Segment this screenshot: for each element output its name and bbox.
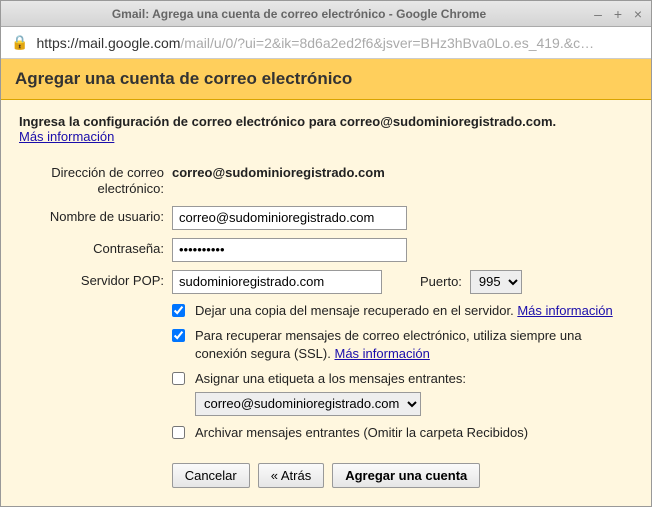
url-host: https://mail.google.com	[36, 35, 180, 51]
option-label-incoming: Asignar una etiqueta a los mensajes entr…	[172, 370, 633, 416]
row-password: Contraseña:	[19, 238, 633, 262]
button-row: Cancelar « Atrás Agregar una cuenta	[19, 463, 633, 488]
ssl-checkbox[interactable]	[172, 329, 185, 342]
lock-icon: 🔒	[11, 34, 28, 51]
archive-text: Archivar mensajes entrantes (Omitir la c…	[195, 424, 633, 442]
window-controls: – + ×	[591, 7, 645, 21]
dialog-content: Ingresa la configuración de correo elect…	[1, 100, 651, 506]
username-input[interactable]	[172, 206, 407, 230]
maximize-icon[interactable]: +	[611, 7, 625, 21]
leave-copy-label: Dejar una copia del mensaje recuperado e…	[195, 303, 514, 318]
cancel-button[interactable]: Cancelar	[172, 463, 250, 488]
option-leave-copy: Dejar una copia del mensaje recuperado e…	[172, 302, 633, 320]
leave-copy-text: Dejar una copia del mensaje recuperado e…	[195, 302, 633, 320]
option-ssl: Para recuperar mensajes de correo electr…	[172, 327, 633, 362]
label-incoming-text: Asignar una etiqueta a los mensajes entr…	[195, 370, 633, 416]
label-password: Contraseña:	[19, 238, 164, 257]
window-title: Gmail: Agrega una cuenta de correo elect…	[7, 7, 591, 21]
url-text[interactable]: https://mail.google.com/mail/u/0/?ui=2&i…	[36, 35, 641, 51]
leave-copy-checkbox[interactable]	[172, 304, 185, 317]
back-button[interactable]: « Atrás	[258, 463, 324, 488]
address-bar: 🔒 https://mail.google.com/mail/u/0/?ui=2…	[1, 27, 651, 59]
intro-more-link[interactable]: Más información	[19, 129, 114, 144]
label-email: Dirección de correo electrónico:	[19, 162, 164, 198]
leave-copy-more-link[interactable]: Más información	[517, 303, 612, 318]
password-input[interactable]	[172, 238, 407, 262]
minimize-icon[interactable]: –	[591, 7, 605, 21]
form: Dirección de correo electrónico: correo@…	[19, 162, 633, 488]
intro-line: Ingresa la configuración de correo elect…	[19, 114, 556, 129]
titlebar: Gmail: Agrega una cuenta de correo elect…	[1, 1, 651, 27]
label-username: Nombre de usuario:	[19, 206, 164, 225]
label-incoming-label: Asignar una etiqueta a los mensajes entr…	[195, 371, 466, 386]
value-email: correo@sudominioregistrado.com	[172, 162, 633, 180]
archive-label: Archivar mensajes entrantes (Omitir la c…	[195, 425, 528, 440]
pop-server-input[interactable]	[172, 270, 382, 294]
label-port: Puerto:	[420, 274, 462, 289]
row-email: Dirección de correo electrónico: correo@…	[19, 162, 633, 198]
archive-checkbox[interactable]	[172, 426, 185, 439]
dialog-header: Agregar una cuenta de correo electrónico	[1, 59, 651, 100]
port-select[interactable]: 995	[470, 270, 522, 294]
label-pop: Servidor POP:	[19, 270, 164, 289]
ssl-text: Para recuperar mensajes de correo electr…	[195, 327, 633, 362]
browser-window: Gmail: Agrega una cuenta de correo elect…	[0, 0, 652, 507]
intro-text: Ingresa la configuración de correo elect…	[19, 114, 633, 144]
label-incoming-checkbox[interactable]	[172, 372, 185, 385]
ssl-more-link[interactable]: Más información	[334, 346, 429, 361]
option-archive: Archivar mensajes entrantes (Omitir la c…	[172, 424, 633, 442]
row-pop: Servidor POP: Puerto: 995	[19, 270, 633, 294]
row-username: Nombre de usuario:	[19, 206, 633, 230]
close-icon[interactable]: ×	[631, 7, 645, 21]
submit-button[interactable]: Agregar una cuenta	[332, 463, 480, 488]
url-path: /mail/u/0/?ui=2&ik=8d6a2ed2f6&jsver=BHz3…	[180, 35, 594, 51]
label-incoming-select[interactable]: correo@sudominioregistrado.com	[195, 392, 421, 416]
dialog-title: Agregar una cuenta de correo electrónico	[15, 69, 352, 88]
